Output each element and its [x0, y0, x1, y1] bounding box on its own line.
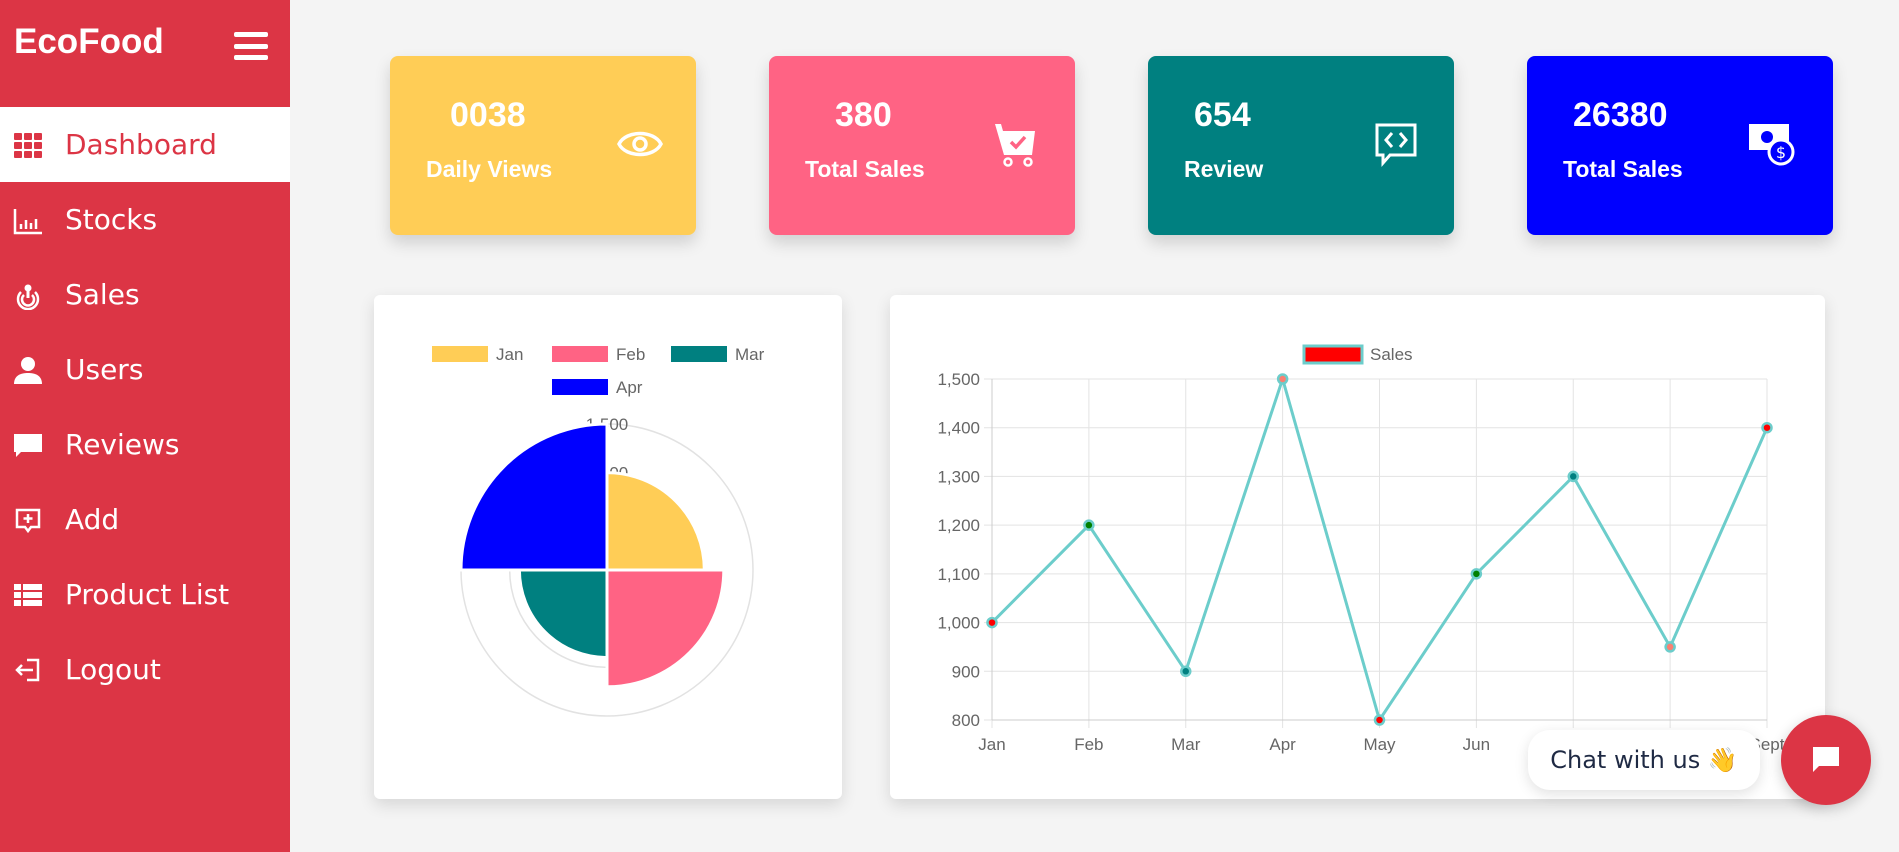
- sidebar-item-product-list[interactable]: Product List: [0, 557, 290, 632]
- grid-icon: [14, 132, 42, 158]
- x-tick-label: May: [1363, 735, 1396, 754]
- sidebar-item-label: Logout: [65, 653, 161, 686]
- y-tick-label: 1,100: [937, 565, 980, 584]
- stat-card[interactable]: 654 Review: [1148, 56, 1454, 235]
- chat-with-us-bubble[interactable]: Chat with us 👋: [1528, 730, 1760, 790]
- sidebar-item-label: Product List: [65, 578, 230, 611]
- sidebar-item-dashboard[interactable]: Dashboard: [0, 107, 290, 182]
- sidebar-item-logout[interactable]: Logout: [0, 632, 290, 707]
- y-tick-label: 1,000: [937, 614, 980, 633]
- polar-chart-panel: JanFebMarApr1,0001,500: [374, 295, 842, 799]
- data-point-sept: [1761, 421, 1773, 434]
- sidebar-nav: Dashboard Stocks Sales Users Reviews Add Produ…: [0, 107, 290, 707]
- sidebar-item-add[interactable]: Add: [0, 482, 290, 557]
- chat-icon: [14, 433, 42, 457]
- user-icon: [14, 356, 42, 384]
- sales-line-chart: Sales 800 900 1,000 1,100 1,200 1,300 1,400 1,50…: [937, 344, 1785, 754]
- stat-label: Total Sales: [805, 156, 925, 182]
- data-point-may: [1373, 714, 1386, 726]
- data-point-apr: [1276, 373, 1289, 385]
- sidebar-item-users[interactable]: Users: [0, 332, 290, 407]
- stat-value: 0038: [450, 96, 526, 134]
- stat-value: 654: [1194, 96, 1251, 134]
- stat-card[interactable]: 26380 Total Sales $: [1527, 56, 1833, 235]
- stat-value: 380: [835, 96, 892, 134]
- x-tick-label: Apr: [1269, 735, 1296, 754]
- add-comment-icon: [15, 508, 41, 533]
- x-tick-label: Jan: [978, 735, 1005, 754]
- sidebar-item-label: Dashboard: [65, 128, 217, 161]
- money-icon: $: [1749, 124, 1795, 166]
- legend-label: Jan: [496, 345, 523, 364]
- y-tick-label: 1,500: [937, 370, 980, 389]
- sidebar-item-sales[interactable]: Sales: [0, 257, 290, 332]
- stat-label: Total Sales: [1563, 156, 1683, 182]
- sidebar-item-label: Sales: [65, 278, 140, 311]
- sidebar: EcoFood Dashboard Stocks Sales Users Reviews…: [0, 0, 290, 852]
- legend-label: Feb: [616, 345, 645, 364]
- legend-swatch: [1302, 344, 1364, 365]
- chat-button[interactable]: [1781, 715, 1871, 805]
- y-tick-label: 900: [952, 662, 980, 681]
- code-comment-icon: [1375, 123, 1417, 167]
- polar-segment-jan: [605, 471, 706, 572]
- polar-segment-apr: [459, 422, 609, 572]
- sidebar-item-label: Stocks: [65, 203, 158, 236]
- legend-label: Apr: [616, 378, 643, 397]
- data-point-jun: [1470, 568, 1483, 580]
- data-point-feb: [1083, 519, 1095, 531]
- stat-card[interactable]: 0038 Daily Views: [390, 56, 696, 235]
- polar-area-chart: JanFebMarApr1,0001,500: [432, 345, 765, 717]
- sidebar-item-label: Users: [65, 353, 144, 386]
- sidebar-item-stocks[interactable]: Stocks: [0, 182, 290, 257]
- stat-value: 26380: [1573, 96, 1668, 134]
- svg-text:$: $: [1776, 143, 1786, 162]
- legend-swatch: [671, 346, 727, 362]
- legend-swatch: [432, 346, 488, 362]
- line-chart-panel: Sales 800 900 1,000 1,100 1,200 1,300 1,400 1,50…: [890, 295, 1825, 799]
- legend-swatch: [552, 379, 608, 395]
- eye-icon: [617, 131, 663, 157]
- legend-label: Sales: [1370, 345, 1413, 364]
- cart-check-icon: [995, 124, 1035, 167]
- target-icon: [16, 284, 40, 310]
- polar-segment-feb: [605, 568, 726, 689]
- stat-label: Review: [1184, 156, 1264, 182]
- data-point-mar: [1180, 665, 1192, 678]
- list-icon: [14, 583, 42, 606]
- x-tick-label: Feb: [1074, 735, 1103, 754]
- data-point-jan: [986, 616, 998, 629]
- legend-swatch: [552, 346, 608, 362]
- data-point-jul: [1567, 470, 1579, 483]
- y-tick-label: 1,400: [937, 419, 980, 438]
- chat-label: Chat with us 👋: [1550, 746, 1738, 774]
- data-point-aug: [1664, 641, 1676, 653]
- polar-segment-mar: [517, 568, 609, 660]
- bar-chart-icon: [13, 208, 42, 234]
- sidebar-item-label: Add: [65, 503, 120, 536]
- chat-icon: [1813, 747, 1839, 772]
- menu-icon[interactable]: [234, 32, 268, 60]
- y-tick-label: 1,200: [937, 516, 980, 535]
- x-tick-label: Jun: [1463, 735, 1490, 754]
- logout-icon: [15, 658, 40, 681]
- brand-logo: EcoFood: [14, 22, 164, 61]
- sidebar-item-reviews[interactable]: Reviews: [0, 407, 290, 482]
- sidebar-item-label: Reviews: [65, 428, 180, 461]
- y-tick-label: 1,300: [937, 467, 980, 486]
- x-tick-label: Mar: [1171, 735, 1201, 754]
- stat-card[interactable]: 380 Total Sales: [769, 56, 1075, 235]
- stat-label: Daily Views: [426, 156, 553, 182]
- y-tick-label: 800: [952, 711, 980, 730]
- legend-label: Mar: [735, 345, 765, 364]
